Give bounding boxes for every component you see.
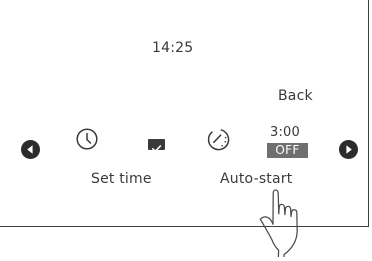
set-time-label: Set time [91,171,152,187]
auto-start-time: 3:00 [270,125,300,140]
right-arrow-icon[interactable] [339,140,358,159]
check-icon[interactable] [148,139,165,152]
clock-icon[interactable] [75,127,99,155]
left-arrow-icon[interactable] [21,140,40,159]
back-button[interactable]: Back [278,88,313,104]
current-time: 14:25 [152,40,194,56]
auto-start-status-badge: OFF [267,143,308,158]
timer-icon[interactable] [206,127,231,156]
pointing-hand-icon [251,178,319,261]
